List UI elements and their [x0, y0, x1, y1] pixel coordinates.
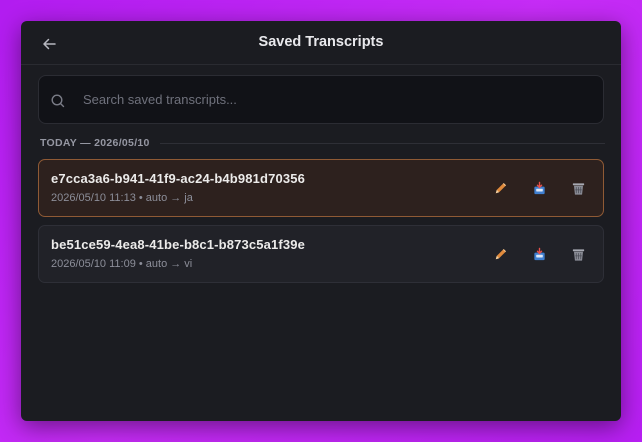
delete-button[interactable] — [570, 180, 587, 197]
transcript-id: e7cca3a6-b941-41f9-ac24-b4b981d70356 — [51, 171, 306, 186]
delete-button[interactable] — [570, 246, 587, 263]
transcript-card[interactable]: be51ce59-4ea8-41be-b8c1-b873c5a1f39e 202… — [38, 225, 604, 283]
transcript-meta: 2026/05/10 11:13 • auto → ja — [51, 192, 193, 204]
pencil-icon — [495, 182, 507, 194]
transcript-actions — [492, 180, 587, 197]
page-title: Saved Transcripts — [258, 34, 384, 50]
section-header-today: TODAY — 2026/05/10 — [40, 135, 605, 151]
edit-button[interactable] — [492, 180, 509, 197]
search-input[interactable] — [83, 76, 591, 123]
wastebasket-icon — [572, 183, 585, 195]
export-button[interactable] — [531, 180, 548, 197]
header-bar: Saved Transcripts — [21, 21, 621, 65]
section-label: TODAY — 2026/05/10 — [40, 137, 150, 149]
section-divider — [159, 142, 605, 144]
pencil-icon — [495, 248, 507, 260]
transcript-card[interactable]: e7cca3a6-b941-41f9-ac24-b4b981d70356 202… — [38, 159, 604, 217]
search-icon — [51, 94, 65, 108]
inbox-tray-icon — [534, 247, 545, 261]
saved-transcripts-window: Saved Transcripts TODAY — 2026/05/10 e7c… — [21, 21, 621, 421]
inbox-tray-icon — [534, 181, 545, 195]
search-box[interactable] — [38, 75, 604, 124]
transcript-id: be51ce59-4ea8-41be-b8c1-b873c5a1f39e — [51, 237, 306, 252]
wastebasket-icon — [572, 249, 585, 261]
transcript-meta: 2026/05/10 11:09 • auto → vi — [51, 258, 193, 270]
export-button[interactable] — [531, 246, 548, 263]
edit-button[interactable] — [492, 246, 509, 263]
transcript-actions — [492, 246, 587, 263]
